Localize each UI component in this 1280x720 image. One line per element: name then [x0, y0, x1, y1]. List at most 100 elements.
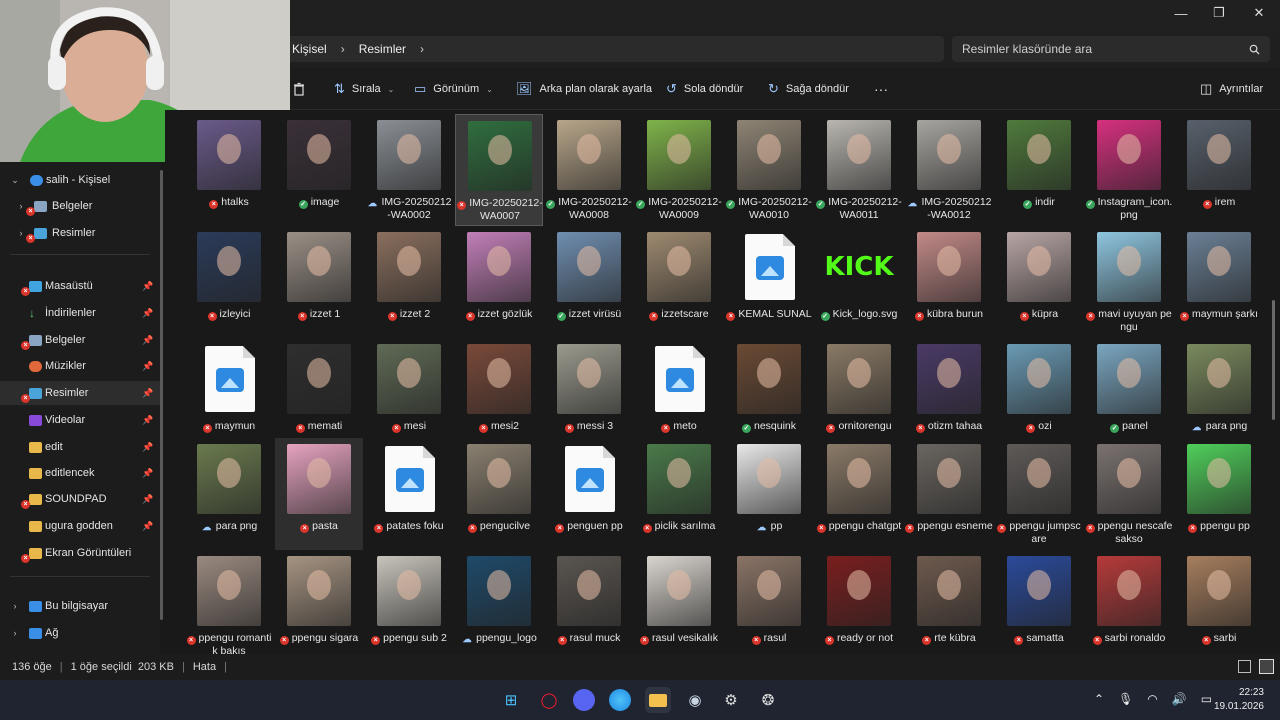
sidebar-item-network[interactable]: › Ağ [0, 621, 160, 645]
file-tile[interactable]: KICK ✓ Kick_logo.svg [815, 226, 903, 338]
file-tile[interactable]: × rasul vesikalık [635, 550, 723, 654]
file-tile[interactable]: × meto [635, 338, 723, 450]
file-tile[interactable]: × ppengu esneme [905, 438, 993, 550]
battery-icon[interactable]: ▭ [1201, 692, 1212, 706]
file-tile[interactable]: ✓ panel [1085, 338, 1173, 450]
set-background-button[interactable]: 🖼 Arka plan olarak ayarla [516, 68, 652, 110]
file-tile[interactable]: × otizm tahaa [905, 338, 993, 450]
sidebar-item-onedrive[interactable]: ⌄ salih - Kişisel [0, 168, 160, 192]
clock[interactable]: 22:23 19.01.2026 [1214, 686, 1264, 714]
file-tile[interactable]: × ppengu jumpscare [995, 438, 1083, 550]
minimize-button[interactable]: — [1162, 0, 1200, 26]
file-tile[interactable]: × pasta [275, 438, 363, 550]
file-tile[interactable]: × mavi uyuyan pengu [1085, 226, 1173, 338]
edge-icon[interactable] [609, 689, 631, 711]
file-tile[interactable]: ✓ IMG-20250212-WA0009 [635, 114, 723, 226]
file-tile[interactable]: ☁ para png [1175, 338, 1263, 450]
file-tile[interactable]: × ppengu nescafe sakso [1085, 438, 1173, 550]
chevron-right-icon[interactable]: › [420, 42, 424, 56]
file-tile[interactable]: × kübra burun [905, 226, 993, 338]
file-tile[interactable]: ☁ ppengu_logo [455, 550, 543, 654]
settings-gear-icon[interactable]: ⚙ [718, 687, 744, 713]
details-view-icon[interactable] [1238, 660, 1251, 673]
rotate-left-button[interactable]: ↺ Sola döndür [666, 68, 743, 110]
breadcrumb[interactable]: Kişisel › Resimler › [282, 36, 944, 62]
file-tile[interactable]: × ppengu romantik bakış [185, 550, 273, 654]
opera-icon[interactable]: ◯ [536, 687, 562, 713]
pin-icon[interactable]: 📌 [142, 468, 153, 479]
pin-icon[interactable]: 📌 [142, 494, 153, 505]
app-icon[interactable]: ❂ [755, 687, 781, 713]
file-tile[interactable]: × memati [275, 338, 363, 450]
chevron-down-icon[interactable]: ⌄ [10, 175, 20, 186]
file-tile[interactable]: ✓ image [275, 114, 363, 226]
file-tile[interactable]: × messi 3 [545, 338, 633, 450]
chevron-right-icon[interactable]: › [10, 628, 20, 638]
file-tile[interactable]: × mesi2 [455, 338, 543, 450]
more-options-button[interactable]: ··· [874, 68, 888, 110]
file-tile[interactable]: × mesi [365, 338, 453, 450]
sidebar-item-music[interactable]: Müzikler 📌 [0, 354, 160, 378]
sidebar-item-soundpad[interactable]: × SOUNDPAD 📌 [0, 487, 160, 511]
steam-icon[interactable]: ◉ [682, 687, 708, 713]
file-tile[interactable]: × piclik sarılma [635, 438, 723, 550]
details-button[interactable]: ◫ Ayrıntılar [1200, 68, 1263, 110]
file-tile[interactable]: ✓ Instagram_icon.png [1085, 114, 1173, 226]
sidebar-item-desktop[interactable]: × Masaüstü 📌 [0, 274, 160, 298]
file-tile[interactable]: ✓ izzet virüsü [545, 226, 633, 338]
file-tile[interactable]: × samatta [995, 550, 1083, 654]
delete-button[interactable] [292, 68, 306, 110]
file-tile[interactable]: ☁ para png [185, 438, 273, 550]
content-scrollbar[interactable] [1272, 300, 1275, 420]
file-tile[interactable]: × ppengu chatgpt [815, 438, 903, 550]
chevron-up-icon[interactable]: ⌃ [1094, 692, 1104, 706]
sidebar-item-editlencek[interactable]: editlencek 📌 [0, 461, 160, 485]
file-tile[interactable]: ☁ pp [725, 438, 813, 550]
sidebar-scrollbar[interactable] [160, 170, 163, 620]
pin-icon[interactable]: 📌 [142, 415, 153, 426]
wifi-icon[interactable]: ◠ [1147, 692, 1157, 706]
file-tile[interactable]: ✓ IMG-20250212-WA0008 [545, 114, 633, 226]
file-tile[interactable]: × izzet 1 [275, 226, 363, 338]
search-input[interactable]: Resimler klasöründe ara [952, 36, 1270, 62]
file-tile[interactable]: × ppengu sigara [275, 550, 363, 654]
sidebar-item-pictures[interactable]: × Resimler 📌 [0, 381, 160, 405]
file-tile[interactable]: ✓ IMG-20250212-WA0011 [815, 114, 903, 226]
sidebar-item-edit[interactable]: edit 📌 [0, 435, 160, 459]
file-tile[interactable]: × maymun şarkı [1175, 226, 1263, 338]
breadcrumb-kisisel[interactable]: Kişisel [292, 42, 327, 56]
maximize-button[interactable]: ❐ [1200, 0, 1238, 26]
file-tile[interactable]: × izzet gözlük [455, 226, 543, 338]
sort-button[interactable]: ⇅ Sırala ⌄ [334, 68, 394, 110]
sidebar-item-resimler[interactable]: › × Resimler [0, 221, 160, 245]
file-tile[interactable]: × pengucilve [455, 438, 543, 550]
chevron-right-icon[interactable]: › [16, 228, 26, 238]
sidebar-item-screenshots[interactable]: × Ekran Görüntüleri [0, 541, 160, 565]
pin-icon[interactable]: 📌 [142, 308, 153, 319]
sidebar-item-belgeler[interactable]: › × Belgeler [0, 194, 160, 218]
file-tile[interactable]: × izzetscare [635, 226, 723, 338]
file-tile[interactable]: × sarbi ronaldo [1085, 550, 1173, 654]
file-tile[interactable]: × sarbi [1175, 550, 1263, 654]
pin-icon[interactable]: 📌 [142, 361, 153, 372]
file-tile[interactable]: ☁ IMG-20250212-WA0012 [905, 114, 993, 226]
file-tile[interactable]: ☁ IMG-20250212-WA0002 [365, 114, 453, 226]
file-tile[interactable]: × ornitorengu [815, 338, 903, 450]
breadcrumb-resimler[interactable]: Resimler [359, 42, 406, 56]
file-tile[interactable]: × KEMAL SUNAL [725, 226, 813, 338]
sidebar-item-this-pc[interactable]: › Bu bilgisayar [0, 594, 160, 618]
file-tile[interactable]: × ozi [995, 338, 1083, 450]
rotate-right-button[interactable]: ↻ Sağa döndür [768, 68, 849, 110]
file-tile[interactable]: ✓ nesquink [725, 338, 813, 450]
pin-icon[interactable]: 📌 [142, 335, 153, 346]
file-tile[interactable]: × rasul muck [545, 550, 633, 654]
sidebar-item-videos[interactable]: Videolar 📌 [0, 408, 160, 432]
view-button[interactable]: ▭ Görünüm ⌄ [414, 68, 493, 110]
file-tile[interactable]: × IMG-20250212-WA0007 [455, 114, 543, 226]
chevron-right-icon[interactable]: › [16, 201, 26, 211]
sidebar-item-documents[interactable]: × Belgeler 📌 [0, 328, 160, 352]
file-tile[interactable]: × htalks [185, 114, 273, 226]
volume-icon[interactable]: 🔊 [1172, 692, 1187, 706]
close-button[interactable]: ✕ [1240, 0, 1278, 26]
file-tile[interactable]: × izleyici [185, 226, 273, 338]
